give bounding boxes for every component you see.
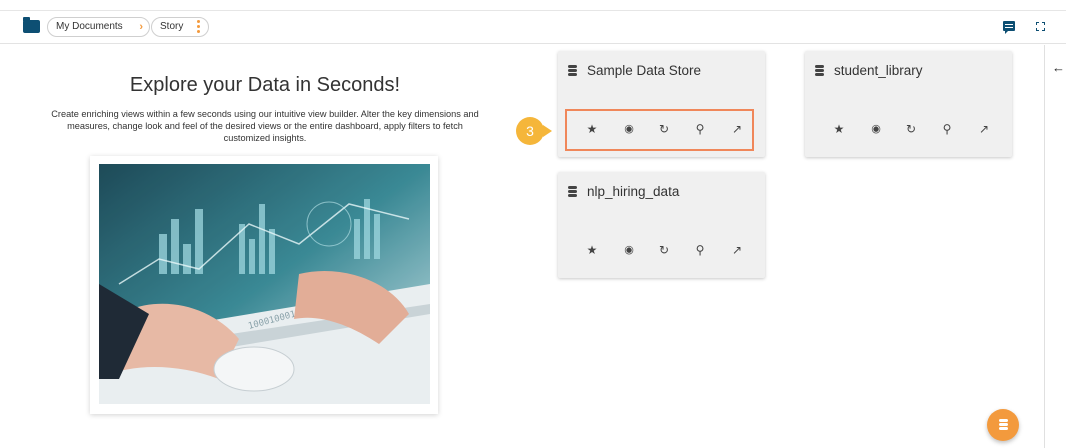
refresh-icon[interactable]: ↻ <box>656 242 672 258</box>
search-icon[interactable]: ⚲ <box>939 121 955 137</box>
breadcrumb-my-documents[interactable]: My Documents › <box>47 17 150 37</box>
search-icon[interactable]: ⚲ <box>692 242 708 258</box>
database-icon <box>815 65 824 76</box>
kebab-menu-icon[interactable] <box>197 20 200 35</box>
chart-icon[interactable]: ↗ <box>729 242 745 258</box>
refresh-icon[interactable]: ↻ <box>903 121 919 137</box>
arrow-left-icon[interactable]: ← <box>1052 60 1065 75</box>
chevron-right-icon: › <box>139 21 143 33</box>
top-bar: My Documents › Story <box>0 10 1066 44</box>
datastore-title: nlp_hiring_data <box>568 184 679 199</box>
expand-icon[interactable] <box>1036 22 1045 31</box>
datastore-title: Sample Data Store <box>568 63 701 78</box>
card-actions: ★ ◉ ↻ ⚲ ↗ <box>805 121 1012 141</box>
folder-icon[interactable] <box>23 17 40 33</box>
step-badge: 3 <box>516 117 552 145</box>
eye-icon[interactable]: ◉ <box>621 242 637 258</box>
card-actions: ★ ◉ ↻ ⚲ ↗ <box>558 242 765 262</box>
breadcrumb-label: My Documents <box>56 21 123 32</box>
add-datastore-button[interactable] <box>987 409 1019 441</box>
star-icon[interactable]: ★ <box>831 121 847 137</box>
hero-illustration: 1000100011001101100100 <box>99 164 430 404</box>
page-title: Explore your Data in Seconds! <box>129 74 401 96</box>
datastore-title: student_library <box>815 63 923 78</box>
page-description: Create enriching views within a few seco… <box>51 109 479 143</box>
database-icon <box>999 419 1008 430</box>
star-icon[interactable]: ★ <box>584 242 600 258</box>
actions-highlight-box <box>565 109 754 151</box>
database-icon <box>568 186 577 197</box>
breadcrumb-label: Story <box>160 21 184 32</box>
comment-icon[interactable] <box>1003 21 1015 34</box>
right-side-panel <box>1044 45 1066 448</box>
breadcrumb-story[interactable]: Story <box>151 17 209 37</box>
eye-icon[interactable]: ◉ <box>868 121 884 137</box>
chart-icon[interactable]: ↗ <box>976 121 992 137</box>
database-icon <box>568 65 577 76</box>
hero-image-frame: 1000100011001101100100 <box>90 156 438 414</box>
datastore-card[interactable]: student_library ★ ◉ ↻ ⚲ ↗ <box>805 51 1012 157</box>
datastore-card[interactable]: nlp_hiring_data ★ ◉ ↻ ⚲ ↗ <box>558 172 765 278</box>
